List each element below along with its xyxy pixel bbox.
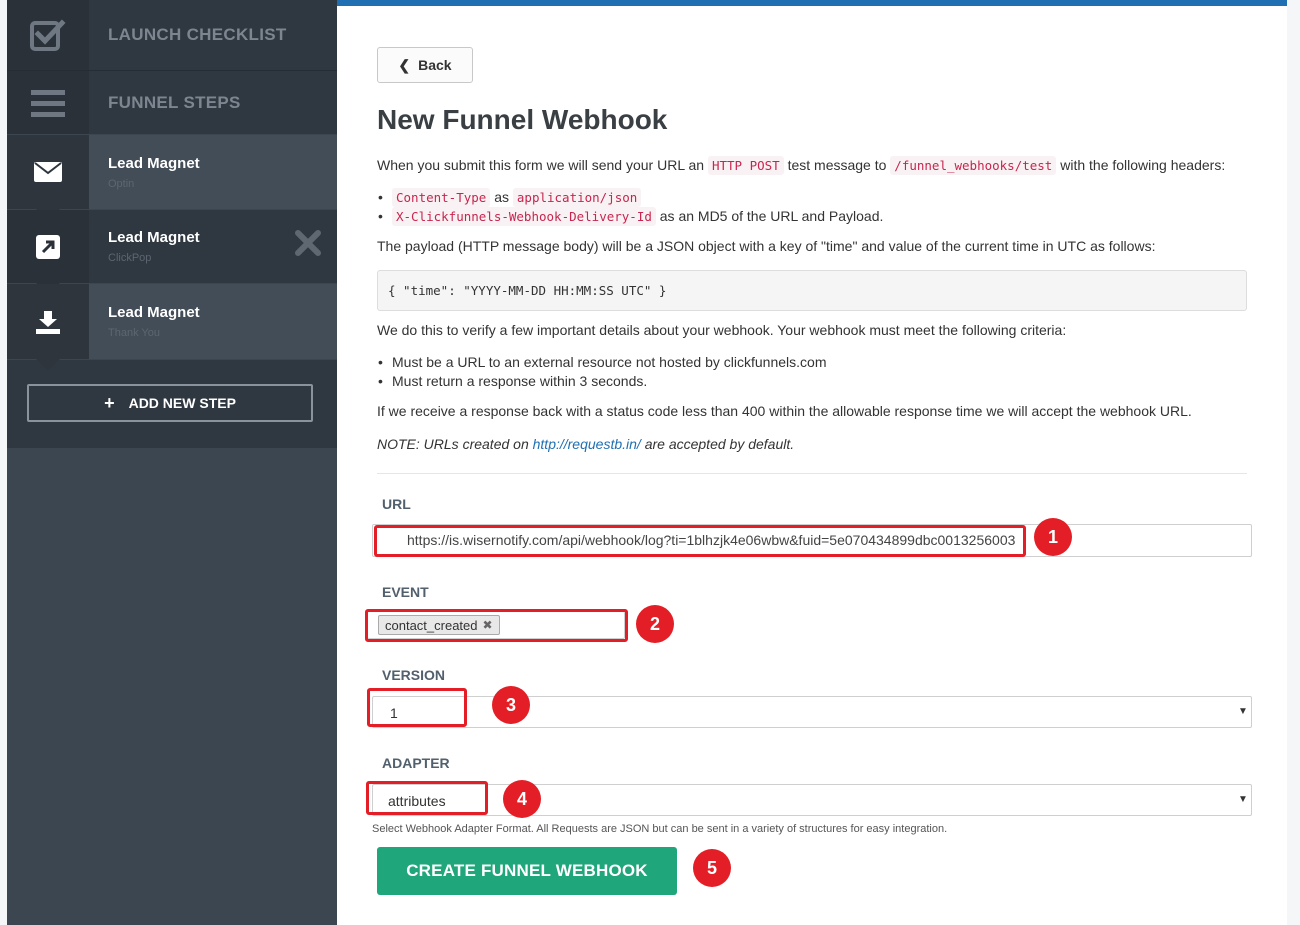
header-desc: as an MD5 of the URL and Payload. [659, 208, 884, 224]
highlight-box [365, 609, 628, 642]
intro-code-path: /funnel_webhooks/test [890, 156, 1057, 175]
external-link-icon [7, 210, 89, 283]
divider [377, 473, 1247, 474]
checkbox-icon [7, 0, 89, 70]
header-sep: as [494, 189, 509, 205]
highlight-box [366, 781, 488, 815]
launch-checklist-label: LAUNCH CHECKLIST [108, 25, 287, 44]
verify-text: We do this to verify a few important det… [377, 322, 1067, 338]
page-title: New Funnel Webhook [377, 104, 668, 135]
funnel-steps-item[interactable]: FUNNEL STEPS [7, 71, 337, 134]
step-subtitle: Thank You [108, 327, 160, 339]
intro-text: When you submit this form we will send y… [377, 156, 1226, 175]
launch-checklist-item[interactable]: LAUNCH CHECKLIST [7, 0, 337, 71]
adapter-help-text: Select Webhook Adapter Format. All Reque… [372, 823, 948, 835]
url-label: URL [382, 496, 411, 512]
back-button[interactable]: ❮ Back [377, 47, 473, 83]
annotation-badge: 1 [1034, 518, 1072, 556]
note-after: are accepted by default. [644, 436, 795, 452]
step-title: Lead Magnet [108, 229, 200, 246]
annotation-badge: 3 [492, 686, 530, 724]
version-label: VERSION [382, 667, 446, 683]
add-new-step-label: ADD NEW STEP [128, 395, 236, 411]
funnel-steps-label: FUNNEL STEPS [108, 92, 241, 112]
create-funnel-webhook-button[interactable]: CREATE FUNNEL WEBHOOK [377, 847, 677, 895]
header-value: application/json [512, 188, 642, 207]
list-item: Must be a URL to an external resource no… [377, 353, 826, 372]
step-connector-arrow [36, 359, 60, 371]
annotation-badge: 2 [636, 605, 674, 643]
note-text: NOTE: URLs created on http://requestb.in… [377, 436, 794, 452]
delete-step-icon[interactable] [295, 230, 321, 256]
payload-text: The payload (HTTP message body) will be … [377, 238, 1156, 254]
intro-code-method: HTTP POST [707, 156, 784, 175]
headers-list: Content-Type as application/json X-Click… [377, 188, 883, 226]
hamburger-icon [7, 71, 89, 134]
download-icon [7, 284, 89, 359]
add-step-area: + ADD NEW STEP [7, 360, 337, 448]
list-item: Must return a response within 3 seconds. [377, 372, 826, 391]
accept-text: If we receive a response back with a sta… [377, 403, 1192, 419]
chevron-down-icon: ▼ [1238, 794, 1248, 805]
chevron-down-icon: ▼ [1238, 706, 1248, 717]
step-subtitle: Optin [108, 177, 135, 190]
annotation-badge: 4 [503, 780, 541, 818]
funnel-step-clickpop[interactable]: Lead Magnet ClickPop [7, 210, 337, 283]
intro-mid: test message to [787, 157, 887, 173]
note-before: NOTE: URLs created on [377, 436, 529, 452]
step-title: Lead Magnet [108, 304, 200, 321]
add-new-step-button[interactable]: + ADD NEW STEP [27, 384, 313, 422]
funnel-step-optin[interactable]: Lead Magnet Optin [7, 135, 337, 209]
annotation-badge: 5 [693, 849, 731, 887]
event-label: EVENT [382, 584, 429, 600]
step-title: Lead Magnet [108, 154, 200, 172]
plus-icon: + [104, 392, 115, 413]
funnel-step-thank-you[interactable]: Lead Magnet Thank You [7, 284, 337, 359]
envelope-icon [7, 135, 89, 209]
payload-example: { "time": "YYYY-MM-DD HH:MM:SS UTC" } [377, 270, 1247, 311]
criteria-list: Must be a URL to an external resource no… [377, 353, 826, 391]
list-item: Content-Type as application/json [377, 188, 883, 207]
header-key: Content-Type [392, 188, 491, 207]
main-content: ❮ Back New Funnel Webhook When you submi… [337, 6, 1287, 925]
adapter-label: ADAPTER [382, 755, 450, 771]
list-item: X-Clickfunnels-Webhook-Delivery-Id as an… [377, 207, 883, 226]
sidebar: LAUNCH CHECKLIST FUNNEL STEPS Lead Magne… [7, 0, 337, 925]
step-subtitle: ClickPop [108, 252, 152, 264]
page-background-strip [1287, 0, 1300, 925]
requestbin-link[interactable]: http://requestb.in/ [533, 436, 641, 452]
highlight-box [374, 525, 1026, 557]
chevron-left-icon: ❮ [398, 56, 411, 73]
intro-before: When you submit this form we will send y… [377, 157, 705, 173]
intro-after: with the following headers: [1060, 157, 1226, 173]
header-key: X-Clickfunnels-Webhook-Delivery-Id [392, 207, 656, 226]
highlight-box [367, 688, 467, 727]
back-label: Back [418, 57, 452, 73]
